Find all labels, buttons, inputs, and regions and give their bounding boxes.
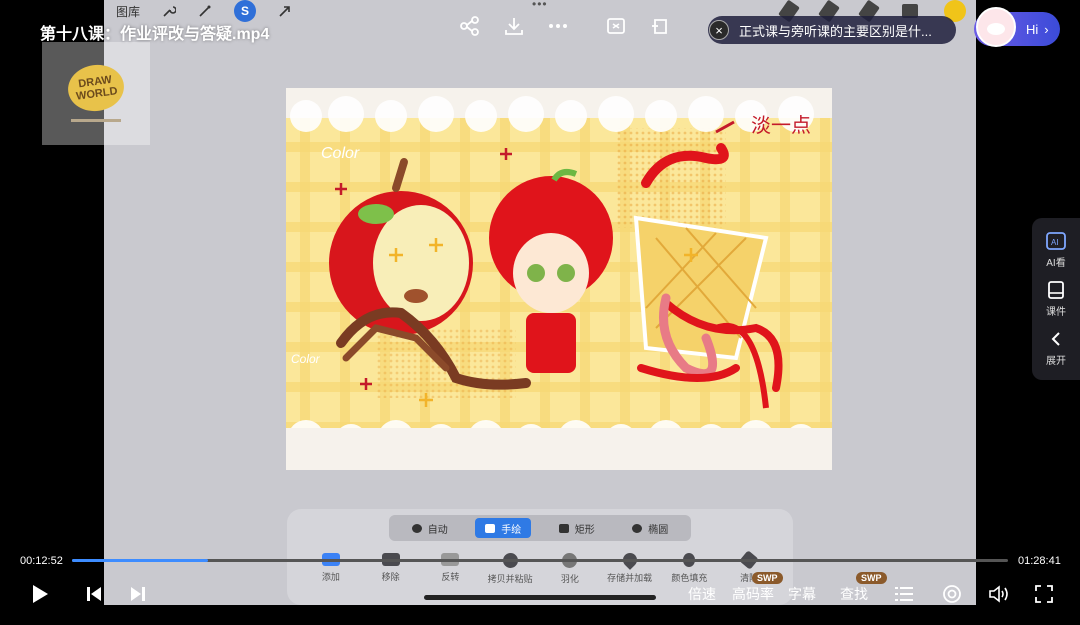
progress-bar[interactable] [72,559,1008,562]
courseware-icon [1048,281,1064,299]
rectangle-icon [558,523,569,533]
close-icon[interactable]: × [709,20,729,40]
draw-world-logo: DRAW WORLD [65,61,127,115]
speed-button[interactable]: 倍速 [684,578,720,610]
share-button[interactable] [458,14,482,38]
side-item-expand[interactable]: 展开 [1046,330,1066,367]
sticker-text: Color [291,352,321,366]
screenshot-icon [607,18,625,34]
side-item-label: 展开 [1046,356,1066,367]
player-controls: 倍速 高码率 SWP 字幕 查找 SWP [0,572,1080,610]
magic-wand-icon [199,5,211,17]
target-icon [943,585,961,603]
handle-dots: ••• [532,0,548,11]
screenshot-button[interactable] [604,14,628,38]
download-button[interactable] [502,14,526,38]
side-item-ai-view[interactable]: AI AI看 [1046,232,1066,269]
mode-label: 自动 [427,524,448,536]
logo-subtitle [71,119,121,122]
assistant-avatar [976,7,1016,47]
transform-arrow-icon [279,6,290,17]
more-button[interactable] [546,14,570,38]
mode-ellipse[interactable]: 椭圆 [622,518,678,538]
selection-tool-icon: S [234,0,257,22]
fullscreen-icon [1035,585,1053,603]
assistant-label: Hi [1026,21,1039,37]
ai-assistant-button[interactable]: Hi › [974,7,1060,47]
ai-view-icon: AI [1046,232,1066,250]
faq-question[interactable]: 正式课与旁听课的主要区别是什... [739,21,932,40]
volume-button[interactable] [986,578,1012,610]
pip-button[interactable] [648,14,672,38]
faq-banner[interactable]: × 正式课与旁听课的主要区别是什... [708,16,956,44]
download-icon [505,18,523,35]
skip-next-icon [131,587,145,601]
svg-text:AI: AI [1051,238,1059,247]
freehand-icon [485,523,496,533]
video-title: 第十八课：作业评改与答疑.mp4 [40,26,270,43]
total-time: 01:28:41 [1018,555,1061,567]
wrench-icon [163,6,177,17]
previous-button[interactable] [82,578,106,610]
artwork-illustration: 淡一点 Color Color [286,88,832,470]
quality-button[interactable]: 高码率 SWP [730,572,783,610]
subtitle-button[interactable]: 字幕 [786,578,818,610]
fullscreen-button[interactable] [1032,578,1056,610]
annotation-text: 淡一点 [751,114,811,137]
sticker-text: Color [321,145,360,162]
more-icon [549,24,567,28]
play-button[interactable] [26,578,54,610]
selection-mode-bar: 自动 手绘 矩形 椭圆 [389,515,691,541]
side-item-label: AI看 [1046,258,1066,269]
progress-fill [72,559,208,562]
top-toolbar [458,14,672,38]
swp-badge: SWP [752,572,783,584]
picture-in-picture-icon [652,19,667,34]
mode-label: 手绘 [501,524,522,536]
next-button[interactable] [126,578,150,610]
playlist-button[interactable] [892,578,916,610]
home-indicator [424,595,656,600]
side-item-label: 课件 [1046,307,1066,318]
swp-badge: SWP [856,572,887,584]
search-button[interactable]: 查找 SWP [836,572,887,610]
current-time: 00:12:52 [20,555,63,567]
list-icon [895,587,913,601]
artwork-canvas: 淡一点 Color Color [286,88,832,470]
mode-label: 椭圆 [648,524,669,536]
ellipse-icon [632,523,643,533]
video-frame[interactable]: 图库 S 淡一点 Color Color 自动 手绘 矩形 椭圆 添加 移除 反… [104,0,976,605]
course-thumbnail: DRAW WORLD [42,42,150,145]
side-panel: AI AI看 课件 展开 [1032,218,1080,380]
settings-button[interactable] [940,578,964,610]
share-icon [460,16,479,36]
auto-icon [411,523,422,533]
search-label: 查找 [840,586,868,602]
gallery-label: 图库 [116,4,141,19]
mode-label: 矩形 [574,524,595,536]
mode-rectangle[interactable]: 矩形 [549,518,605,538]
mode-auto[interactable]: 自动 [402,518,458,538]
volume-icon [989,585,1008,603]
quality-label: 高码率 [732,586,774,602]
mode-freehand[interactable]: 手绘 [475,518,532,538]
chevron-left-icon [1051,332,1060,346]
chevron-right-icon: › [1044,21,1049,37]
side-item-courseware[interactable]: 课件 [1046,281,1066,318]
play-icon [33,585,48,603]
skip-previous-icon [87,587,101,601]
